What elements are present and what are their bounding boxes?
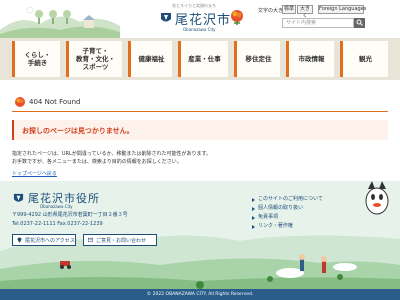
foreign-languages-button[interactable]: Foreign Languages [318, 5, 366, 14]
nav-item-migration[interactable]: 移住定住 [234, 41, 280, 77]
nav-item-industry-work[interactable]: 産業・仕事 [178, 41, 228, 77]
footer-link-site-usage[interactable]: このサイトのご利用について [252, 195, 323, 204]
footer-phone-fax: Tel.0237-22-1111 Fax.0237-22-1239 [12, 221, 103, 227]
body-text-line-1: 指定されたページは、URLが間違っているか、移動または削除された可能性があります… [12, 151, 211, 157]
mascot-image [365, 181, 389, 215]
footer-link-disclaimer[interactable]: 免責事項 [252, 213, 323, 222]
search-icon [356, 19, 363, 26]
footer-links: このサイトのご利用について 個人情報の取り扱い 免責事項 リンク・著作権 [252, 195, 323, 231]
font-size-large-button[interactable]: 大きく [297, 5, 313, 19]
title-divider [12, 111, 388, 112]
nav-item-childcare-education[interactable]: 子育て・ 教育・文化・ スポーツ [66, 41, 122, 77]
site-logo[interactable]: 花とスイカと笑顔のまち 尾花沢市 Obanazawa City [150, 3, 250, 35]
site-header: 花とスイカと笑顔のまち 尾花沢市 Obanazawa City 文字の大きさ 標… [0, 0, 400, 38]
search-button[interactable] [354, 18, 365, 28]
footer-link-privacy[interactable]: 個人情報の取り扱い [252, 204, 323, 213]
nav-item-city-info[interactable]: 市政情報 [286, 41, 334, 77]
logo-english-name: Obanazawa City [183, 27, 216, 32]
not-found-title: 404 Not Found [29, 98, 81, 106]
error-notice-text: お探しのページは見つかりません。 [22, 127, 134, 135]
logo-name: 尾花沢市 [175, 13, 232, 28]
nav-item-living[interactable]: くらし・ 手続き [12, 41, 60, 77]
flower-icon [15, 97, 25, 107]
mail-icon [88, 237, 93, 243]
contact-button[interactable]: ご意見・お問い合わせ [83, 234, 157, 246]
site-search-input[interactable]: サイト内検索 [282, 18, 354, 28]
nav-item-tourism[interactable]: 観光 [340, 41, 388, 77]
copyright: © 2022 OBANAZAWA CITY. All Rights Reserv… [0, 289, 400, 300]
page-title: 404 Not Found [14, 96, 80, 108]
body-text-line-2: お手数ですが、各メニューまたは、検索より目的の情報をお探しください。 [12, 159, 182, 165]
contact-button-label: ご意見・お問い合わせ [96, 237, 147, 244]
header-landscape-illustration [0, 6, 120, 38]
back-to-top-link[interactable]: トップページへ戻る [12, 170, 57, 177]
error-notice: お探しのページは見つかりません。 [12, 120, 388, 140]
font-size-normal-button[interactable]: 標準 [282, 5, 296, 14]
emblem-icon [161, 13, 171, 22]
footer-link-copyright[interactable]: リンク・著作権 [252, 222, 323, 231]
nav-item-health-welfare[interactable]: 健康福祉 [128, 41, 172, 77]
footer-office-english-name: Obanazawa City [40, 204, 73, 209]
access-button[interactable]: 尾花沢市へのアクセス [12, 234, 76, 246]
map-pin-icon [17, 237, 22, 243]
access-button-label: 尾花沢市へのアクセス [25, 237, 75, 244]
benibana-flower-icon [231, 10, 243, 25]
site-footer: 尾花沢市役所 Obanazawa City 〒999-4292 山形県尾花沢市若… [0, 181, 400, 300]
global-navigation: くらし・ 手続き 子育て・ 教育・文化・ スポーツ 健康福祉 産業・仕事 移住定… [0, 38, 400, 80]
emblem-icon [13, 193, 24, 202]
footer-address: 〒999-4292 山形県尾花沢市若葉町一丁目２番３号 [12, 212, 128, 218]
